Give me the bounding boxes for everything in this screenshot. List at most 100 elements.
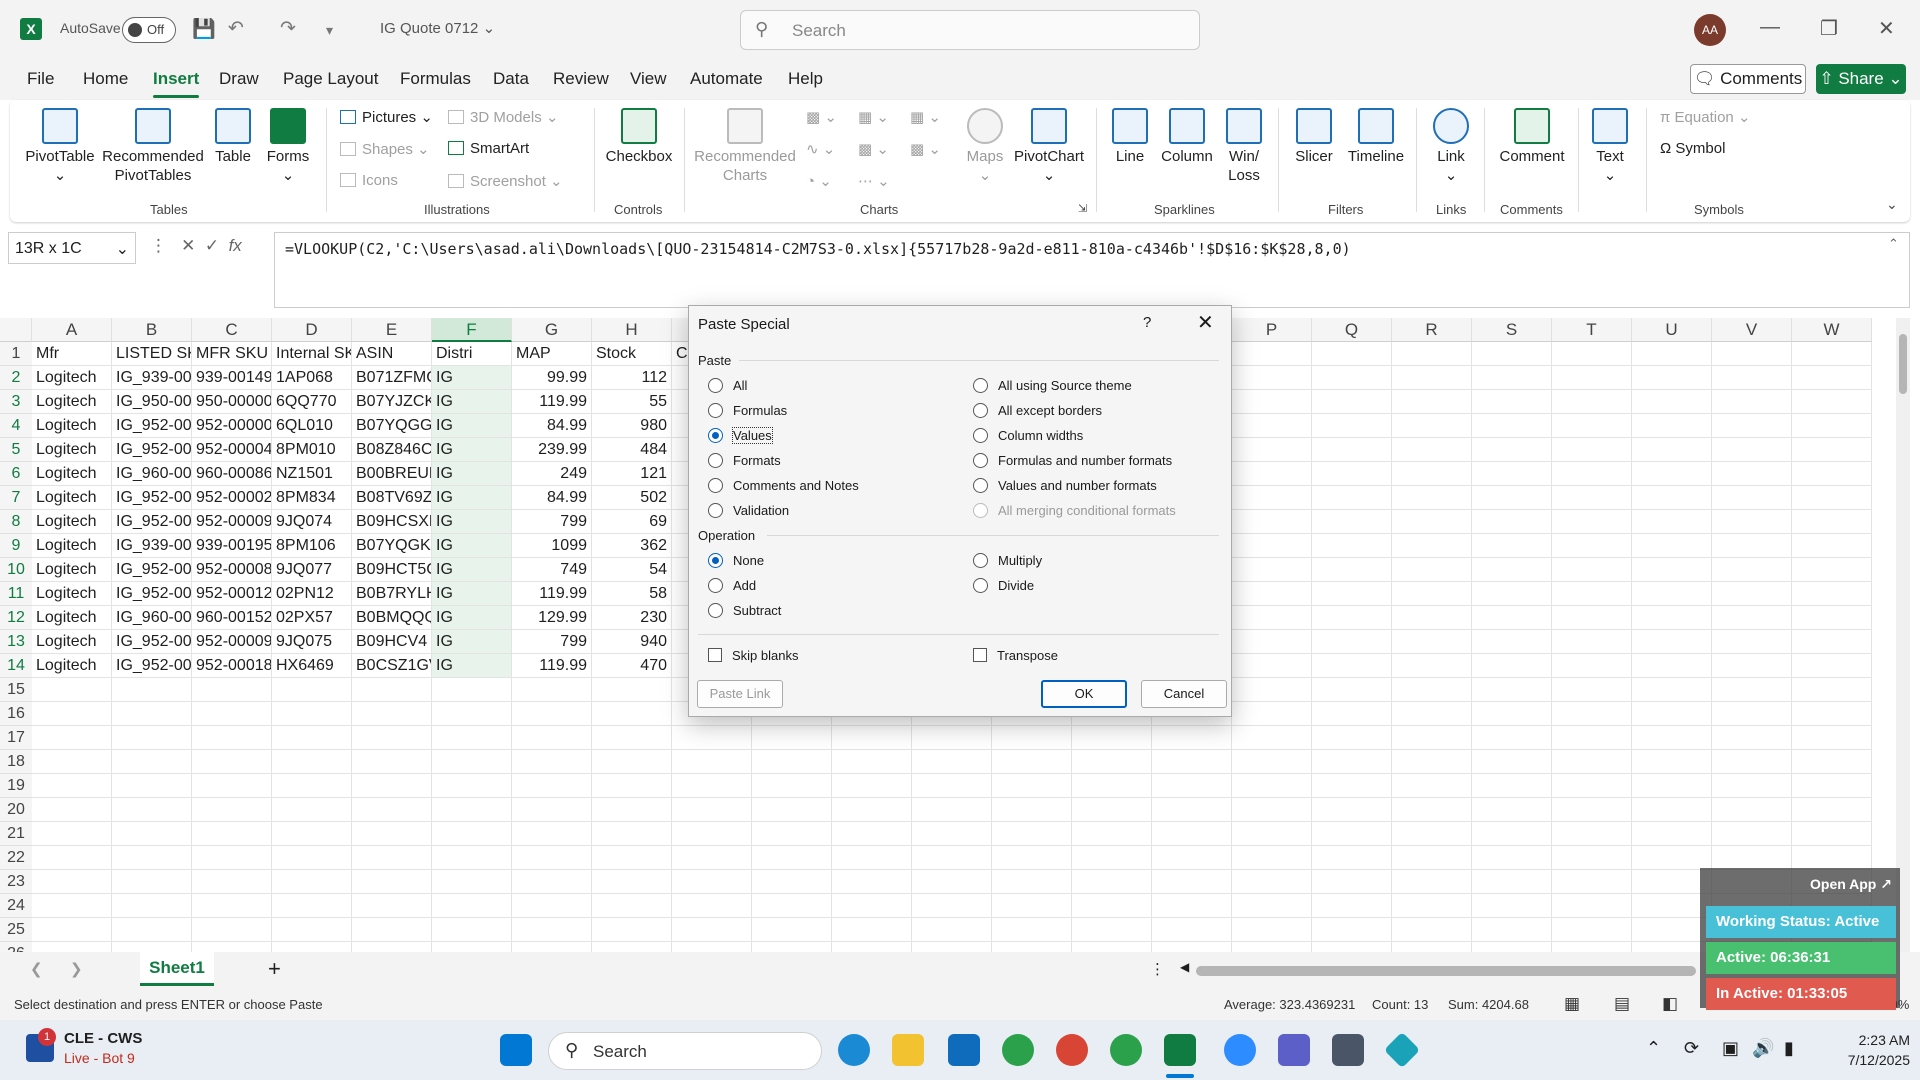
grid-cell[interactable] xyxy=(1072,822,1152,846)
grid-cell[interactable]: B09HCT5C xyxy=(352,558,432,582)
grid-cell[interactable] xyxy=(832,822,912,846)
grid-cell[interactable] xyxy=(352,894,432,918)
grid-cell[interactable]: 8PM834 xyxy=(272,486,352,510)
grid-cell[interactable] xyxy=(1792,822,1872,846)
grid-cell[interactable]: 952-00002 xyxy=(192,486,272,510)
grid-cell[interactable] xyxy=(912,822,992,846)
grid-cell[interactable] xyxy=(1552,678,1632,702)
grid-cell[interactable] xyxy=(912,918,992,942)
grid-cell[interactable] xyxy=(1792,606,1872,630)
row-header[interactable]: 11 xyxy=(0,582,32,606)
row-header[interactable]: 25 xyxy=(0,918,32,942)
grid-cell[interactable]: IG_952-000 xyxy=(112,630,192,654)
radio[interactable] xyxy=(973,428,988,443)
grid-cell[interactable] xyxy=(272,798,352,822)
grid-cell[interactable] xyxy=(1712,510,1792,534)
grid-cell[interactable]: IG xyxy=(432,606,512,630)
3d-models-button[interactable]: 3D Models ⌄ xyxy=(448,108,558,126)
grid-cell[interactable] xyxy=(992,942,1072,952)
grid-cell[interactable] xyxy=(32,750,112,774)
column-header[interactable]: U xyxy=(1632,318,1712,342)
tab-view[interactable]: View xyxy=(630,69,667,89)
column-header[interactable]: R xyxy=(1392,318,1472,342)
maps-button[interactable]: Maps ⌄ xyxy=(960,108,1010,185)
grid-cell[interactable] xyxy=(1472,366,1552,390)
grid-cell[interactable]: 58 xyxy=(592,582,672,606)
grid-cell[interactable] xyxy=(1312,486,1392,510)
grid-cell[interactable]: 54 xyxy=(592,558,672,582)
grid-cell[interactable] xyxy=(112,942,192,952)
grid-cell[interactable] xyxy=(1312,342,1392,366)
file-explorer-icon[interactable] xyxy=(892,1034,924,1066)
grid-cell[interactable] xyxy=(1552,726,1632,750)
grid-cell[interactable] xyxy=(1712,534,1792,558)
grid-cell[interactable] xyxy=(1792,534,1872,558)
grid-cell[interactable]: 952-00012 xyxy=(192,582,272,606)
grid-cell[interactable] xyxy=(432,894,512,918)
grid-cell[interactable] xyxy=(672,870,752,894)
grid-cell[interactable] xyxy=(672,798,752,822)
combo-chart-icon[interactable]: ▩ ⌄ xyxy=(910,140,941,158)
grid-cell[interactable] xyxy=(1712,342,1792,366)
operation-divide[interactable]: Divide xyxy=(973,578,1034,593)
screenshot-button[interactable]: Screenshot ⌄ xyxy=(448,172,563,190)
grid-cell[interactable] xyxy=(1232,702,1312,726)
grid-cell[interactable] xyxy=(672,774,752,798)
grid-cell[interactable] xyxy=(1232,390,1312,414)
redo-icon[interactable]: ↷ xyxy=(280,17,296,40)
grid-cell[interactable]: Stock xyxy=(592,342,672,366)
grid-cell[interactable]: B0B7RYLH xyxy=(352,582,432,606)
grid-cell[interactable]: 02PN12 xyxy=(272,582,352,606)
grid-cell[interactable]: 239.99 xyxy=(512,438,592,462)
paste-option-values[interactable]: Values xyxy=(708,427,773,444)
grid-cell[interactable] xyxy=(832,750,912,774)
save-icon[interactable]: 💾 xyxy=(192,17,216,41)
grid-cell[interactable] xyxy=(432,798,512,822)
grid-cell[interactable] xyxy=(912,846,992,870)
grid-cell[interactable] xyxy=(1072,894,1152,918)
grid-cell[interactable] xyxy=(432,846,512,870)
grid-cell[interactable] xyxy=(1552,414,1632,438)
grid-cell[interactable] xyxy=(1792,366,1872,390)
grid-cell[interactable] xyxy=(1472,774,1552,798)
grid-cell[interactable] xyxy=(112,750,192,774)
grid-cell[interactable]: MFR SKU xyxy=(192,342,272,366)
grid-cell[interactable]: IG xyxy=(432,438,512,462)
paste-option-formulas[interactable]: Formulas xyxy=(708,403,787,418)
line-chart-icon[interactable]: ∿ ⌄ xyxy=(806,140,835,158)
chrome-profile-icon[interactable] xyxy=(1056,1034,1088,1066)
grid-cell[interactable]: IG_952-000 xyxy=(112,654,192,678)
close-icon[interactable]: ✕ xyxy=(1878,16,1895,41)
grid-cell[interactable] xyxy=(1312,894,1392,918)
operation-subtract[interactable]: Subtract xyxy=(708,603,781,618)
grid-cell[interactable] xyxy=(992,918,1072,942)
grid-cell[interactable] xyxy=(1552,342,1632,366)
grid-cell[interactable]: IG_939-001 xyxy=(112,366,192,390)
grid-cell[interactable] xyxy=(592,774,672,798)
enter-icon[interactable]: ✓ xyxy=(205,236,219,255)
grid-cell[interactable] xyxy=(1632,486,1712,510)
grid-cell[interactable] xyxy=(592,870,672,894)
sparkline-column-button[interactable]: Column xyxy=(1158,108,1216,166)
grid-cell[interactable] xyxy=(192,750,272,774)
grid-cell[interactable] xyxy=(832,798,912,822)
grid-cell[interactable] xyxy=(1552,582,1632,606)
grid-cell[interactable] xyxy=(1312,366,1392,390)
sheet-options-icon[interactable]: ⋮ xyxy=(1150,960,1165,978)
column-header[interactable]: D xyxy=(272,318,352,342)
chrome-profile-2-icon[interactable] xyxy=(1110,1034,1142,1066)
grid-cell[interactable] xyxy=(112,846,192,870)
grid-cell[interactable] xyxy=(512,726,592,750)
grid-cell[interactable] xyxy=(832,846,912,870)
row-header[interactable]: 19 xyxy=(0,774,32,798)
grid-cell[interactable] xyxy=(1312,510,1392,534)
row-header[interactable]: 16 xyxy=(0,702,32,726)
add-sheet-button[interactable]: + xyxy=(268,956,281,982)
grid-cell[interactable] xyxy=(1312,534,1392,558)
grid-cell[interactable] xyxy=(1632,750,1712,774)
grid-cell[interactable] xyxy=(752,774,832,798)
grid-cell[interactable] xyxy=(1632,510,1712,534)
grid-cell[interactable] xyxy=(432,918,512,942)
grid-cell[interactable] xyxy=(1152,774,1232,798)
grid-cell[interactable]: Logitech xyxy=(32,462,112,486)
